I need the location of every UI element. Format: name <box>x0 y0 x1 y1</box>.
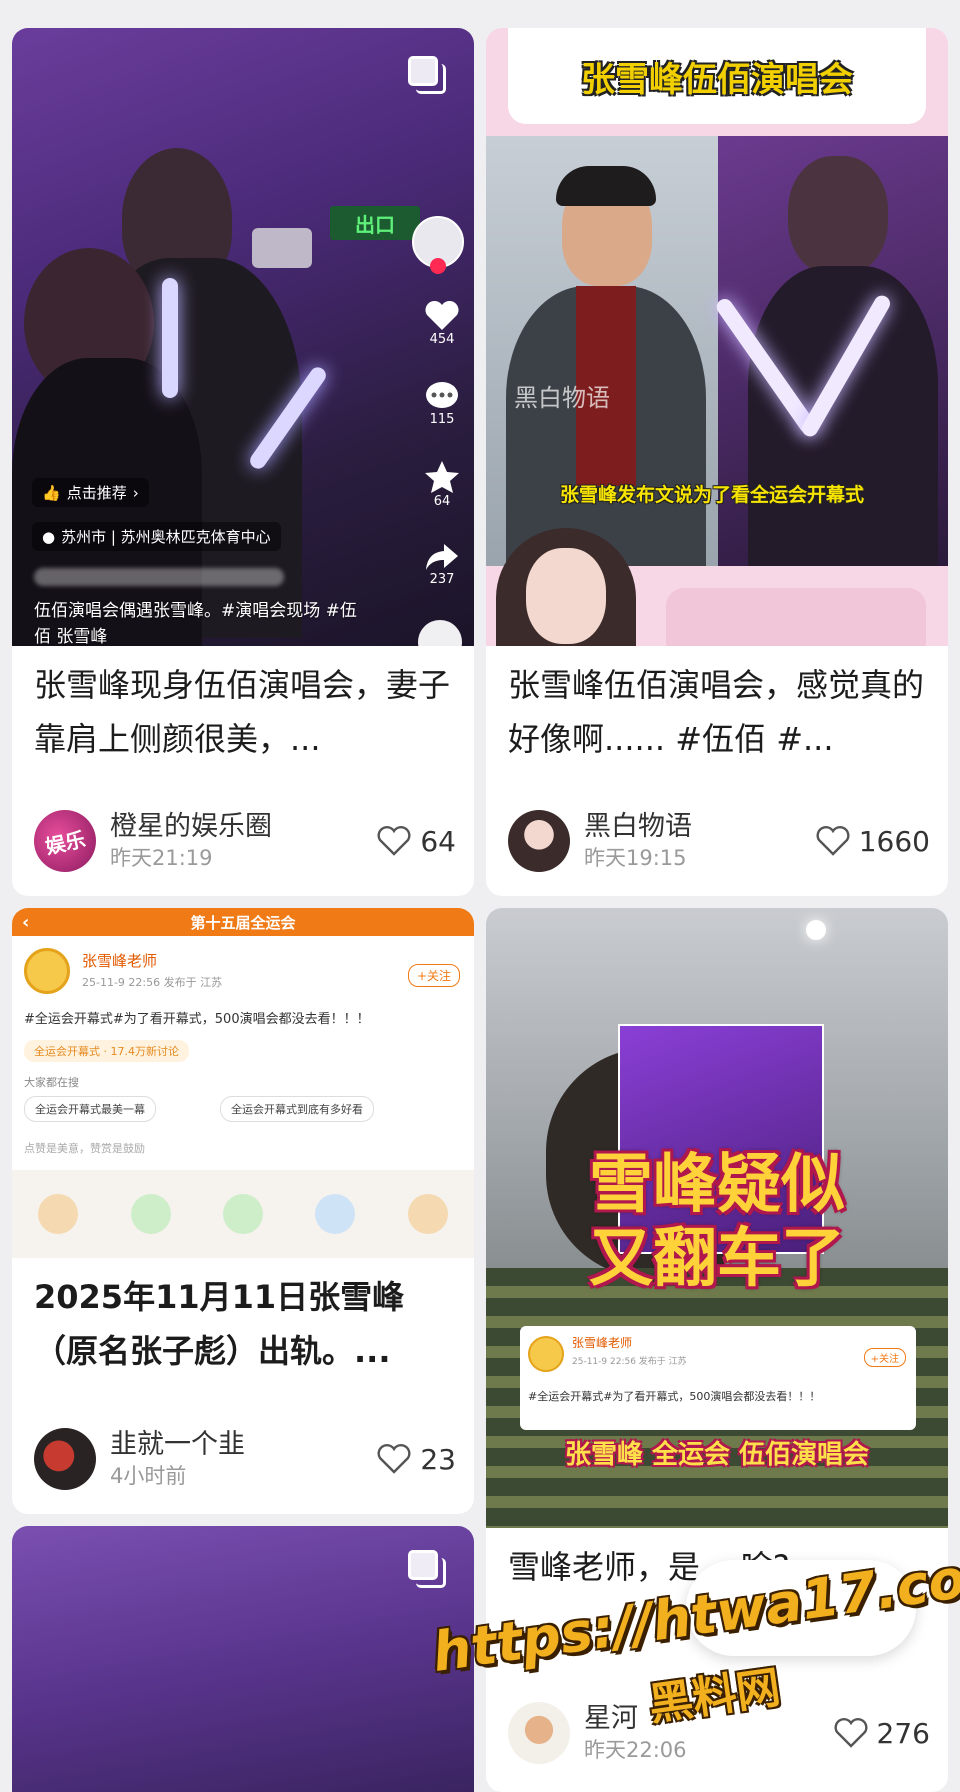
heart-outline-icon <box>816 826 850 856</box>
post-text: #全运会开幕式#为了看开幕式，500演唱会都没去看！！！ <box>528 1390 821 1403</box>
video-caption-more: 佰 张雪峰 <box>34 627 108 646</box>
location-pill[interactable]: ● 苏州市 | 苏州奥林匹克体育中心 <box>32 522 281 551</box>
feed-card[interactable] <box>12 1526 474 1792</box>
card-title[interactable]: 张雪峰伍佰演唱会，感觉真的好像啊...... #伍佰 #... <box>486 646 948 766</box>
favorite-count: 64 <box>433 494 451 509</box>
search-chip: 全运会开幕式到底有多好看 <box>220 1096 374 1122</box>
like-button[interactable]: 23 <box>376 1443 456 1476</box>
author-avatar[interactable] <box>508 810 570 872</box>
video-thumbnail[interactable]: 出口 454 115 64 237 👍 点击推荐 › ● 苏州市 | 苏州奥林匹… <box>12 28 474 646</box>
favorite-button[interactable]: 64 <box>424 460 460 509</box>
multi-image-icon <box>408 56 446 94</box>
poster-avatar <box>24 948 70 994</box>
share-button[interactable]: 237 <box>424 542 460 587</box>
video-tags: 张雪峰 全运会 伍佰演唱会 <box>564 1440 870 1470</box>
image-watermark: 黑白物语 <box>514 384 610 412</box>
thumbs-up-icon: 👍 <box>42 483 61 502</box>
screenshot-thumbnail[interactable]: ‹ 第十五届全运会 张雪峰老师 25-11-9 22:56 发布于 江苏 +关注… <box>12 908 474 1258</box>
like-button[interactable]: 454 <box>424 300 460 347</box>
post-text: #全运会开幕式#为了看开幕式，500演唱会都没去看！！！ <box>24 1012 370 1027</box>
topbar-title: 第十五届全运会 <box>190 913 296 932</box>
chevron-right-icon: › <box>132 483 139 502</box>
footer-note: 点赞是美意，赞赏是鼓励 <box>24 1142 145 1155</box>
comment-button[interactable]: 115 <box>424 380 460 427</box>
banner-text: 张雪峰伍佰演唱会 <box>581 59 853 100</box>
image-subtitle: 张雪峰发布文说为了看全运会开幕式 <box>560 484 865 506</box>
star-icon <box>425 461 459 493</box>
video-caption: 伍佰演唱会偶遇张雪峰。#演唱会现场 #伍 <box>34 601 357 621</box>
share-icon <box>426 544 458 570</box>
like-count: 64 <box>420 824 456 858</box>
search-chip: 全运会开幕式最美一幕 <box>24 1096 156 1122</box>
like-button[interactable]: 1660 <box>815 825 930 858</box>
recommend-label: 点击推荐 <box>66 484 127 502</box>
back-icon: ‹ <box>22 911 30 933</box>
card-title[interactable]: 2025年11月11日张雪峰（原名张子彪）出轨。... <box>12 1258 474 1378</box>
post-time: 昨天22:06 <box>584 1738 687 1762</box>
feed: 出口 454 115 64 237 👍 点击推荐 › ● 苏州市 | 苏州奥林匹… <box>0 0 960 1792</box>
poster-name: 张雪峰老师 <box>572 1336 633 1350</box>
heart-outline-icon <box>834 1718 868 1748</box>
blurred-username <box>34 568 284 586</box>
author-name[interactable]: 橙星的娱乐圈 <box>110 810 376 844</box>
post-time: 4小时前 <box>110 1464 187 1488</box>
card-meta: 娱乐 橙星的娱乐圈 昨天21:19 64 <box>28 804 456 878</box>
topic-chip: 全运会开幕式 · 17.4万新讨论 <box>24 1040 189 1062</box>
recommend-pill[interactable]: 👍 点击推荐 › <box>32 478 149 507</box>
card-title[interactable]: 张雪峰现身伍佰演唱会，妻子靠肩上侧颜很美，... <box>12 646 474 766</box>
like-count: 276 <box>876 1716 930 1750</box>
author-name[interactable]: 黑白物语 <box>584 810 815 844</box>
headline-line-1: 雪峰疑似 <box>589 1148 845 1222</box>
headline-line-2: 又翻车了 <box>589 1222 845 1296</box>
comment-icon <box>426 382 458 408</box>
phone <box>252 228 312 268</box>
app-topbar: ‹ 第十五届全运会 <box>12 908 474 936</box>
location-label: 苏州市 | 苏州奥林匹克体育中心 <box>61 528 271 546</box>
author-avatar[interactable] <box>508 1702 570 1764</box>
post-screenshot: 张雪峰老师 25-11-9 22:56 发布于 江苏 +关注 #全运会开幕式#为… <box>520 1326 916 1430</box>
image-thumbnail[interactable]: 张雪峰伍佰演唱会 黑白物语 张雪峰发布文说为了看全运会开幕式 <box>486 28 948 646</box>
poster-name: 张雪峰老师 <box>82 952 158 970</box>
feed-card[interactable]: 张雪峰伍佰演唱会 黑白物语 张雪峰发布文说为了看全运会开幕式 张雪峰伍佰演唱会，… <box>486 28 948 896</box>
author-avatar[interactable]: 娱乐 <box>28 804 102 878</box>
glow-stick <box>162 278 178 398</box>
like-count: 454 <box>429 332 455 347</box>
video-thumbnail[interactable] <box>12 1526 474 1792</box>
feed-card[interactable]: ‹ 第十五届全运会 张雪峰老师 25-11-9 22:56 发布于 江苏 +关注… <box>12 908 474 1514</box>
ceiling-light <box>806 920 826 940</box>
heart-icon <box>425 300 459 330</box>
video-thumbnail[interactable]: 雪峰疑似 又翻车了 张雪峰老师 25-11-9 22:56 发布于 江苏 +关注… <box>486 908 948 1528</box>
headline: 雪峰疑似 又翻车了 <box>486 1148 948 1296</box>
share-bar <box>12 1170 474 1258</box>
post-meta: 25-11-9 22:56 发布于 江苏 <box>572 1357 687 1367</box>
follow-dot[interactable] <box>430 258 446 274</box>
heart-outline-icon <box>377 826 411 856</box>
brand-tag <box>666 588 926 646</box>
card-meta: 韭就一个韭 4小时前 23 <box>34 1426 456 1492</box>
comment-count: 115 <box>429 412 455 427</box>
post-meta: 25-11-9 22:56 发布于 江苏 <box>82 976 223 989</box>
multi-image-icon <box>408 1550 446 1588</box>
title-banner: 张雪峰伍佰演唱会 <box>508 28 926 124</box>
like-count: 23 <box>420 1442 456 1476</box>
like-button[interactable]: 64 <box>376 825 456 858</box>
location-pin-icon: ● <box>42 527 56 546</box>
music-disc[interactable] <box>418 620 462 646</box>
follow-button: +关注 <box>863 1348 906 1367</box>
post-time: 昨天19:15 <box>584 846 687 870</box>
heart-outline-icon <box>377 1444 411 1474</box>
follow-button: +关注 <box>407 964 460 987</box>
like-button[interactable]: 276 <box>833 1717 930 1750</box>
feed-card[interactable]: 出口 454 115 64 237 👍 点击推荐 › ● 苏州市 | 苏州奥林匹… <box>12 28 474 896</box>
like-count: 1660 <box>858 824 930 858</box>
author-avatar[interactable] <box>34 1428 96 1490</box>
post-time: 昨天21:19 <box>110 846 213 870</box>
card-meta: 黑白物语 昨天19:15 1660 <box>508 808 930 874</box>
author-name[interactable]: 韭就一个韭 <box>110 1428 376 1462</box>
share-count: 237 <box>429 572 455 587</box>
exit-sign: 出口 <box>330 206 420 240</box>
section-label: 大家都在搜 <box>24 1076 79 1089</box>
